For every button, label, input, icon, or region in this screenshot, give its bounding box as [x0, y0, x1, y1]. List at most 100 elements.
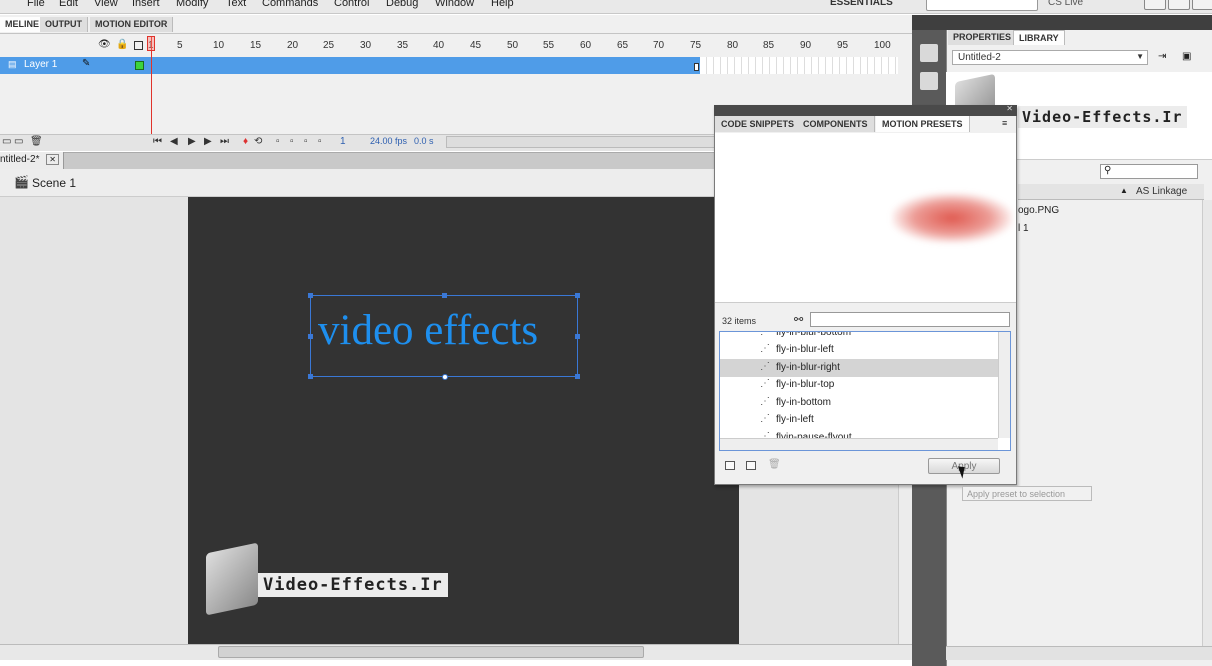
- resize-handle[interactable]: [575, 334, 580, 339]
- tab-output[interactable]: OUTPUT: [40, 17, 88, 32]
- center-frame-icon[interactable]: ♦: [243, 136, 248, 147]
- library-scrollbar[interactable]: [1202, 200, 1212, 646]
- step-back-icon[interactable]: ◀: [170, 136, 178, 147]
- tab-motion-editor[interactable]: MOTION EDITOR: [90, 17, 174, 32]
- color-panel-icon[interactable]: [920, 44, 938, 62]
- step-forward-icon[interactable]: ▶: [204, 136, 212, 147]
- list-item[interactable]: ⋰ fly-in-blur-bottom: [720, 331, 1000, 342]
- show-hide-icon[interactable]: 👁: [98, 39, 111, 50]
- tab-code-snippets[interactable]: CODE SNIPPETS: [715, 116, 802, 132]
- layer-color-swatch[interactable]: [135, 61, 144, 70]
- modify-markers-icon[interactable]: ▫: [318, 136, 322, 147]
- new-folder-icon[interactable]: [746, 461, 756, 470]
- playhead[interactable]: [147, 36, 155, 51]
- resize-handle[interactable]: [442, 293, 447, 298]
- menu-edit[interactable]: Edit: [59, 0, 78, 9]
- library-item[interactable]: l 1: [1018, 223, 1029, 234]
- apply-tooltip: Apply preset to selection: [962, 486, 1092, 501]
- preset-list-vscroll[interactable]: [998, 332, 1010, 438]
- library-document-select[interactable]: Untitled-2 ▼: [952, 50, 1148, 65]
- layer-row[interactable]: [0, 57, 700, 74]
- lock-icon[interactable]: 🔒: [116, 39, 128, 50]
- column-as-linkage[interactable]: AS Linkage: [1136, 186, 1187, 197]
- ruler-label: 85: [763, 40, 775, 51]
- play-icon[interactable]: ▶: [188, 136, 196, 147]
- save-preset-icon[interactable]: [725, 461, 735, 470]
- resize-handle[interactable]: [575, 374, 580, 379]
- watermark-logo-icon: [206, 542, 258, 616]
- menu-insert[interactable]: Insert: [132, 0, 160, 9]
- tab-library[interactable]: LIBRARY: [1013, 30, 1065, 45]
- delete-preset-icon[interactable]: 🗑: [768, 459, 781, 470]
- menu-text[interactable]: Text: [226, 0, 246, 9]
- transform-point[interactable]: [442, 374, 448, 380]
- onion-skin-icon[interactable]: ▫: [276, 136, 280, 147]
- menu-modify[interactable]: Modify: [176, 0, 208, 9]
- cs-live-button[interactable]: CS Live: [1048, 0, 1083, 8]
- sort-asc-icon[interactable]: ▲: [1120, 186, 1128, 195]
- empty-frames[interactable]: [700, 57, 898, 74]
- close-tab-icon[interactable]: ✕: [46, 154, 59, 165]
- preset-list: ⋰ fly-in-blur-bottom ⋰ fly-in-blur-left …: [719, 331, 1011, 451]
- document-tab[interactable]: ntitled-2* ✕: [0, 152, 64, 169]
- preset-count: 32 items: [722, 316, 757, 326]
- menu-help[interactable]: Help: [491, 0, 514, 9]
- onion-outline-icon[interactable]: ▫: [290, 136, 294, 147]
- end-frame-marker: [694, 63, 699, 71]
- menu-view[interactable]: View: [94, 0, 118, 9]
- delete-layer-icon[interactable]: 🗑: [30, 136, 43, 147]
- panel-menu-icon[interactable]: ≡: [1002, 118, 1007, 128]
- go-last-icon[interactable]: ⏭: [220, 136, 229, 147]
- preset-search-input[interactable]: [810, 312, 1010, 327]
- frame-rate[interactable]: 24.00 fps: [370, 136, 407, 146]
- panel-titlebar[interactable]: ✕: [714, 104, 1017, 116]
- resize-handle[interactable]: [308, 374, 313, 379]
- tab-timeline[interactable]: MELINE: [0, 17, 46, 32]
- frame-ruler[interactable]: 1 5 10 15 20 25 30 35 40 45 50 55 60 65 …: [148, 38, 900, 54]
- list-item-selected[interactable]: ⋰ fly-in-blur-right: [720, 359, 1000, 377]
- menu-debug[interactable]: Debug: [386, 0, 418, 9]
- library-item[interactable]: ogo.PNG: [1018, 205, 1059, 216]
- scene-label[interactable]: Scene 1: [32, 176, 76, 190]
- edit-multiple-icon[interactable]: ▫: [304, 136, 308, 147]
- preset-label: fly-in-blur-bottom: [776, 331, 852, 338]
- workspace-switcher[interactable]: ESSENTIALS: [830, 0, 893, 8]
- menu-commands[interactable]: Commands: [262, 0, 318, 9]
- stage-scroll-thumb[interactable]: [218, 646, 644, 658]
- new-library-icon[interactable]: ▣: [1182, 51, 1191, 62]
- maximize-button[interactable]: [1168, 0, 1190, 10]
- menu-control[interactable]: Control: [334, 0, 369, 9]
- minimize-button[interactable]: [1144, 0, 1166, 10]
- preset-icon: ⋰: [760, 343, 770, 354]
- menu-file[interactable]: File: [27, 0, 45, 9]
- preset-icon: ⋰: [760, 413, 770, 424]
- resize-handle[interactable]: [575, 293, 580, 298]
- loop-icon[interactable]: ⟲: [254, 136, 262, 147]
- close-panel-icon[interactable]: ✕: [1006, 104, 1013, 113]
- tab-components[interactable]: COMPONENTS: [797, 116, 875, 132]
- tab-motion-presets[interactable]: MOTION PRESETS: [876, 116, 970, 132]
- new-layer-icon[interactable]: ▭: [2, 136, 11, 147]
- close-window-button[interactable]: [1192, 0, 1212, 10]
- stage-text-field[interactable]: video effects: [318, 306, 538, 355]
- resize-handle[interactable]: [308, 334, 313, 339]
- menu-window[interactable]: Window: [435, 0, 474, 9]
- list-item[interactable]: ⋰ fly-in-blur-left: [720, 341, 1000, 359]
- outline-icon[interactable]: [134, 41, 143, 50]
- ruler-label: 65: [617, 40, 629, 51]
- list-item[interactable]: ⋰ fly-in-bottom: [720, 394, 1000, 412]
- tab-properties[interactable]: PROPERTIES: [948, 30, 1017, 45]
- help-search-input[interactable]: [926, 0, 1038, 11]
- layer-name[interactable]: Layer 1: [24, 59, 57, 70]
- preset-list-hscroll[interactable]: [720, 438, 998, 450]
- library-search-input[interactable]: ⚲: [1100, 164, 1198, 179]
- go-first-icon[interactable]: ⏮: [153, 136, 162, 147]
- resize-handle[interactable]: [308, 293, 313, 298]
- ruler-label: 50: [507, 40, 519, 51]
- pin-icon[interactable]: ⇥: [1158, 51, 1166, 62]
- list-item[interactable]: ⋰ fly-in-left: [720, 411, 1000, 429]
- new-folder-icon[interactable]: ▭: [14, 136, 23, 147]
- list-item[interactable]: ⋰ fly-in-blur-top: [720, 376, 1000, 394]
- watermark-label: Video-Effects.Ir: [258, 573, 448, 597]
- align-panel-icon[interactable]: [920, 72, 938, 90]
